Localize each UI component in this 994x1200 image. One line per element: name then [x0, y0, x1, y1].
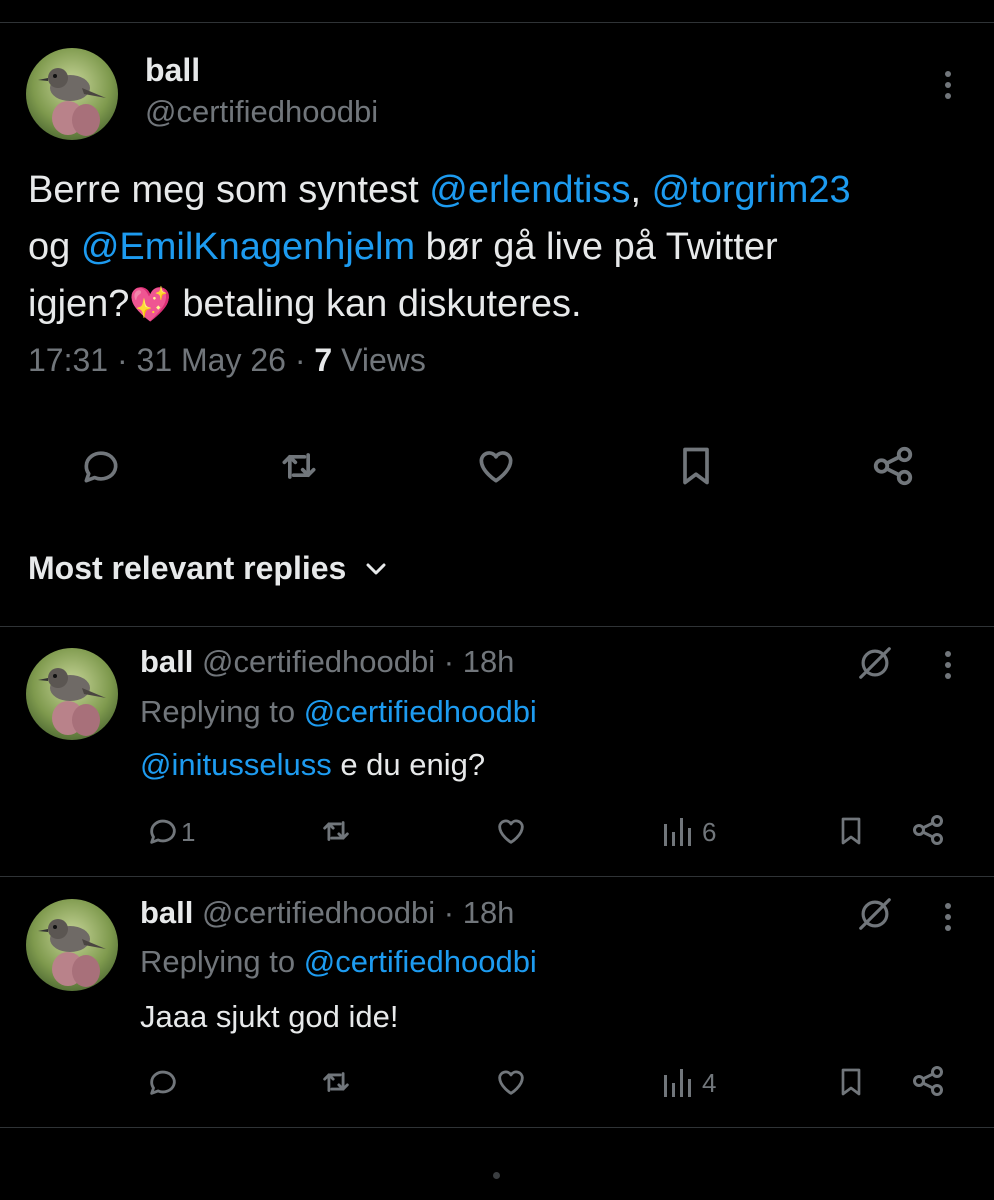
sparkling-heart-emoji: 💖 — [129, 286, 172, 324]
user-handle[interactable]: @certifiedhoodbi — [202, 644, 435, 679]
reply-time: · 18h — [443, 644, 515, 679]
tweet-date[interactable]: 31 May 26 — [137, 342, 286, 378]
more-options-icon[interactable] — [936, 902, 960, 932]
retweet-icon[interactable] — [317, 1065, 355, 1099]
reply-icon[interactable] — [146, 814, 180, 848]
grok-icon[interactable] — [856, 644, 894, 682]
views-label: Views — [341, 342, 426, 378]
grok-icon[interactable] — [856, 895, 894, 933]
mention-link[interactable]: @certifiedhoodbi — [304, 694, 537, 729]
reply-header: ball @certifiedhoodbi · 18h — [140, 644, 514, 680]
bookmark-icon[interactable] — [674, 443, 718, 489]
analytics-icon[interactable] — [662, 1065, 694, 1099]
bookmark-icon[interactable] — [835, 812, 867, 850]
replying-to: Replying to @certifiedhoodbi — [140, 694, 537, 729]
user-handle[interactable]: @certifiedhoodbi — [202, 895, 435, 930]
views-count: 4 — [702, 1068, 717, 1098]
more-options-icon[interactable] — [936, 650, 960, 680]
mention-link[interactable]: @initusseluss — [140, 747, 332, 782]
avatar[interactable] — [26, 899, 118, 991]
replying-to: Replying to @certifiedhoodbi — [140, 944, 537, 979]
like-icon[interactable] — [493, 1065, 529, 1099]
reply-text: Jaaa sjukt god ide! — [140, 999, 399, 1034]
replies-sort-label: Most relevant replies — [28, 550, 347, 586]
reply-count: 1 — [181, 817, 196, 847]
reply-text: @initusseluss e du enig? — [140, 747, 486, 782]
more-options-icon[interactable] — [936, 70, 960, 100]
display-name[interactable]: ball — [140, 644, 193, 679]
divider — [0, 1127, 994, 1128]
tweet-meta: 17:31 · 31 May 26 · 7 Views — [28, 342, 426, 378]
display-name[interactable]: ball — [140, 895, 193, 930]
mention-link[interactable]: @erlendtiss — [429, 169, 630, 211]
mention-link[interactable]: @torgrim23 — [652, 169, 851, 211]
tweet-text: Berre meg som syntest @erlendtiss, @torg… — [28, 169, 851, 325]
analytics-icon[interactable] — [662, 814, 694, 848]
retweet-icon[interactable] — [276, 444, 322, 488]
reply-header: ball @certifiedhoodbi · 18h — [140, 895, 514, 931]
divider — [0, 626, 994, 627]
share-icon[interactable] — [910, 812, 946, 848]
reply-icon[interactable] — [79, 444, 123, 488]
share-icon[interactable] — [910, 1063, 946, 1099]
loading-dot — [493, 1172, 500, 1179]
share-icon[interactable] — [870, 443, 916, 489]
views-count: 6 — [702, 817, 717, 847]
display-name[interactable]: ball — [145, 52, 200, 89]
retweet-icon[interactable] — [317, 814, 355, 848]
avatar[interactable] — [26, 648, 118, 740]
reply-time: · 18h — [443, 895, 515, 930]
mention-link[interactable]: @EmilKnagenhjelm — [81, 226, 415, 268]
like-icon[interactable] — [473, 444, 519, 488]
mention-link[interactable]: @certifiedhoodbi — [304, 944, 537, 979]
like-icon[interactable] — [493, 814, 529, 848]
top-divider — [0, 22, 994, 23]
divider — [0, 876, 994, 877]
chevron-down-icon — [364, 561, 388, 577]
user-handle[interactable]: @certifiedhoodbi — [145, 94, 378, 130]
replies-sort-dropdown[interactable]: Most relevant replies — [28, 550, 388, 587]
views-count: 7 — [314, 342, 333, 378]
avatar[interactable] — [26, 48, 118, 140]
reply-icon[interactable] — [146, 1065, 180, 1099]
bookmark-icon[interactable] — [835, 1063, 867, 1101]
tweet-time[interactable]: 17:31 — [28, 342, 108, 378]
